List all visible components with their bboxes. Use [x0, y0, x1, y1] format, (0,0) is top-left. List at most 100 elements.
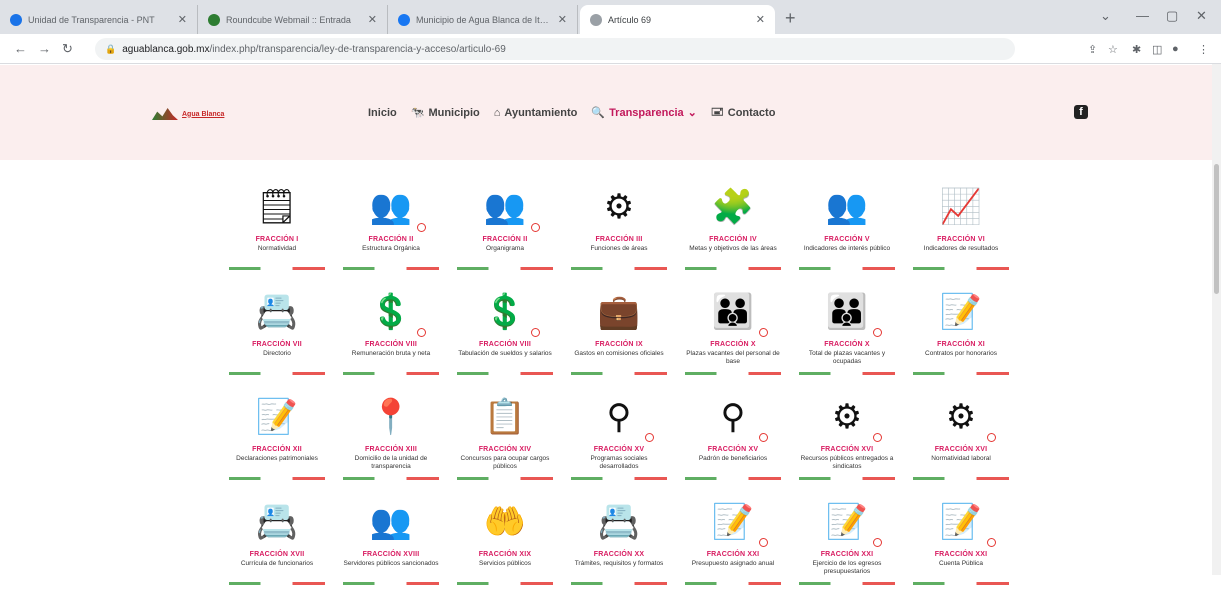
- fraccion-card[interactable]: 📍 FRACCIÓN XIII Domicilio de la unidad de …: [334, 393, 448, 498]
- main-nav: Inicio 🐄 Municipio ⌂ Ayuntamiento 🔍 Tran…: [368, 103, 775, 122]
- nav-item-inicio[interactable]: Inicio: [368, 107, 397, 119]
- fraccion-icon: 💲: [369, 293, 413, 331]
- fraccion-description: Currícula de funcionarios: [240, 560, 314, 567]
- fraccion-label: FRACCIÓN VI: [937, 236, 985, 243]
- fraccion-label: FRACCIÓN XXI: [934, 551, 988, 558]
- tab-close-icon[interactable]: ✕: [178, 13, 187, 26]
- mountain-logo-icon: [152, 108, 178, 120]
- new-badge-icon: [873, 538, 882, 547]
- fraccion-card[interactable]: 🤲 FRACCIÓN XIX Servicios públicos: [448, 498, 562, 603]
- fraccion-icon: 💼: [597, 293, 641, 331]
- nav-item-ayuntamiento[interactable]: ⌂ Ayuntamiento: [494, 107, 578, 119]
- extensions-icon[interactable]: ✱: [1132, 43, 1141, 56]
- tab-close-icon[interactable]: ✕: [756, 13, 765, 26]
- fraccion-label: FRACCIÓN XVIII: [362, 551, 420, 558]
- tricolor-divider: [571, 477, 667, 480]
- restore-icon[interactable]: ▢: [1166, 8, 1178, 24]
- page-scrollbar[interactable]: [1212, 64, 1221, 575]
- profile-icon[interactable]: ●: [1172, 43, 1179, 55]
- fraccion-card[interactable]: 👥 FRACCIÓN II Organigrama: [448, 183, 562, 288]
- fraccion-card[interactable]: 👪 FRACCIÓN X Total de plazas vacantes y oc…: [790, 288, 904, 393]
- fraccion-description: Remuneración bruta y neta: [351, 350, 431, 357]
- new-tab-icon[interactable]: +: [785, 8, 796, 29]
- close-window-icon[interactable]: ✕: [1196, 8, 1207, 24]
- site-logo[interactable]: Agua Blanca: [152, 107, 252, 121]
- fraccion-card[interactable]: 👥 FRACCIÓN V Indicadores de interés públic…: [790, 183, 904, 288]
- side-panel-icon[interactable]: ◫: [1152, 43, 1162, 56]
- fraccion-card[interactable]: ⚙ FRACCIÓN XVI Normatividad laboral: [904, 393, 1018, 498]
- fraccion-card[interactable]: ⚲ FRACCIÓN XV Programas sociales desarroll…: [562, 393, 676, 498]
- fraccion-label: FRACCIÓN II: [482, 236, 528, 243]
- nav-item-municipio[interactable]: 🐄 Municipio: [411, 106, 480, 120]
- browser-tab[interactable]: Municipio de Agua Blanca de Itu... ✕: [388, 5, 578, 34]
- fraccion-card[interactable]: 💼 FRACCIÓN IX Gastos en comisiones oficial…: [562, 288, 676, 393]
- browser-menu-icon[interactable]: ⋮: [1198, 43, 1209, 56]
- fraccion-card[interactable]: 📇 FRACCIÓN VII Directorio: [220, 288, 334, 393]
- tab-search-icon[interactable]: ⌄: [1100, 8, 1111, 24]
- fraccion-description: Programas sociales desarrollados: [590, 455, 648, 470]
- scrollbar-thumb[interactable]: [1214, 164, 1219, 294]
- fraccion-description: Metas y objetivos de las áreas: [689, 245, 777, 252]
- minimize-icon[interactable]: —: [1136, 8, 1149, 23]
- new-badge-icon: [873, 328, 882, 337]
- fraccion-card[interactable]: 👪 FRACCIÓN X Plazas vacantes del personal …: [676, 288, 790, 393]
- fraccion-description: Funciones de áreas: [590, 245, 648, 252]
- fraccion-description: Padrón de beneficiarios: [698, 455, 768, 462]
- fraccion-description: Domicilio de la unidad de transparencia: [354, 455, 428, 470]
- tricolor-divider: [571, 372, 667, 375]
- fraccion-label: FRACCIÓN XIII: [365, 446, 417, 453]
- tricolor-divider: [913, 372, 1009, 375]
- lock-icon: 🔒: [105, 43, 117, 54]
- nav-item-contacto[interactable]: 🖃 Contacto: [711, 103, 776, 122]
- fraccion-card[interactable]: 📝 FRACCIÓN XI Contratos por honorarios: [904, 288, 1018, 393]
- fraccion-card[interactable]: 📇 FRACCIÓN XVII Currícula de funcionarios: [220, 498, 334, 603]
- tricolor-divider: [685, 372, 781, 375]
- fraccion-card[interactable]: 👥 FRACCIÓN II Estructura Orgánica: [334, 183, 448, 288]
- new-badge-icon: [987, 433, 996, 442]
- fraccion-card[interactable]: 👥 FRACCIÓN XVIII Servidores públicos sanci…: [334, 498, 448, 603]
- fraccion-description: Total de plazas vacantes y ocupadas: [808, 350, 886, 365]
- fraccion-card[interactable]: 📈 FRACCIÓN VI Indicadores de resultados: [904, 183, 1018, 288]
- new-badge-icon: [873, 433, 882, 442]
- fraccion-card[interactable]: ⚙ FRACCIÓN XVI Recursos públicos entregado…: [790, 393, 904, 498]
- fraccion-description: Gastos en comisiones oficiales: [574, 350, 664, 357]
- share-icon[interactable]: ⇪: [1088, 43, 1097, 56]
- tricolor-divider: [343, 477, 439, 480]
- tricolor-divider: [571, 267, 667, 270]
- nav-item-transparencia[interactable]: 🔍 Transparencia ⌄: [591, 106, 697, 120]
- browser-tab[interactable]: Unidad de Transparencia - PNT ✕: [0, 5, 198, 34]
- address-bar[interactable]: 🔒 aguablanca.gob.mx /index.php/transpare…: [95, 38, 1015, 60]
- fraccion-card[interactable]: 🧩 FRACCIÓN IV Metas y objetivos de las áre…: [676, 183, 790, 288]
- forward-icon[interactable]: →: [38, 41, 51, 56]
- fraccion-card[interactable]: 💲 FRACCIÓN VIII Tabulación de sueldos y sa…: [448, 288, 562, 393]
- tricolor-divider: [457, 267, 553, 270]
- fraccion-card[interactable]: 📇 FRACCIÓN XX Trámites, requisitos y forma…: [562, 498, 676, 603]
- back-icon[interactable]: ←: [14, 41, 27, 56]
- fraccion-card[interactable]: 💲 FRACCIÓN VIII Remuneración bruta y neta: [334, 288, 448, 393]
- new-badge-icon: [645, 433, 654, 442]
- browser-tab[interactable]: Roundcube Webmail :: Entrada ✕: [198, 5, 388, 34]
- fraccion-label: FRACCIÓN V: [824, 236, 870, 243]
- fraccion-icon: 🤲: [483, 503, 527, 541]
- fraccion-card[interactable]: ⚲ FRACCIÓN XV Padrón de beneficiarios: [676, 393, 790, 498]
- tab-close-icon[interactable]: ✕: [558, 13, 567, 26]
- facebook-icon[interactable]: f: [1074, 105, 1088, 119]
- tab-title: Municipio de Agua Blanca de Itu...: [416, 14, 552, 25]
- nav-item-label: Transparencia: [609, 106, 684, 119]
- fraccion-card[interactable]: ⚙ FRACCIÓN III Funciones de áreas: [562, 183, 676, 288]
- fraccion-card[interactable]: 🗒 FRACCIÓN I Normatividad: [220, 183, 334, 288]
- fraccion-card[interactable]: 📝 FRACCIÓN XXI Ejercicio de los egresos pr…: [790, 498, 904, 603]
- browser-tab-active[interactable]: Artículo 69 ✕: [580, 5, 775, 34]
- fraccion-icon: 📝: [711, 503, 755, 541]
- tab-close-icon[interactable]: ✕: [368, 13, 377, 26]
- fraccion-label: FRACCIÓN III: [595, 236, 643, 243]
- bookmark-star-icon[interactable]: ☆: [1108, 43, 1118, 56]
- fraccion-card[interactable]: 📝 FRACCIÓN XXI Presupuesto asignado anual: [676, 498, 790, 603]
- fraccion-card[interactable]: 📝 FRACCIÓN XII Declaraciones patrimoniales: [220, 393, 334, 498]
- fraccion-card[interactable]: 📝 FRACCIÓN XXI Cuenta Pública: [904, 498, 1018, 603]
- fraccion-description: Estructura Orgánica: [362, 245, 420, 252]
- nav-item-label: Municipio: [428, 106, 480, 119]
- fraccion-card[interactable]: 📋 FRACCIÓN XIV Concursos para ocupar cargo…: [448, 393, 562, 498]
- browser-tab-strip: Unidad de Transparencia - PNT ✕ Roundcub…: [0, 0, 1221, 34]
- reload-icon[interactable]: ↻: [62, 41, 73, 57]
